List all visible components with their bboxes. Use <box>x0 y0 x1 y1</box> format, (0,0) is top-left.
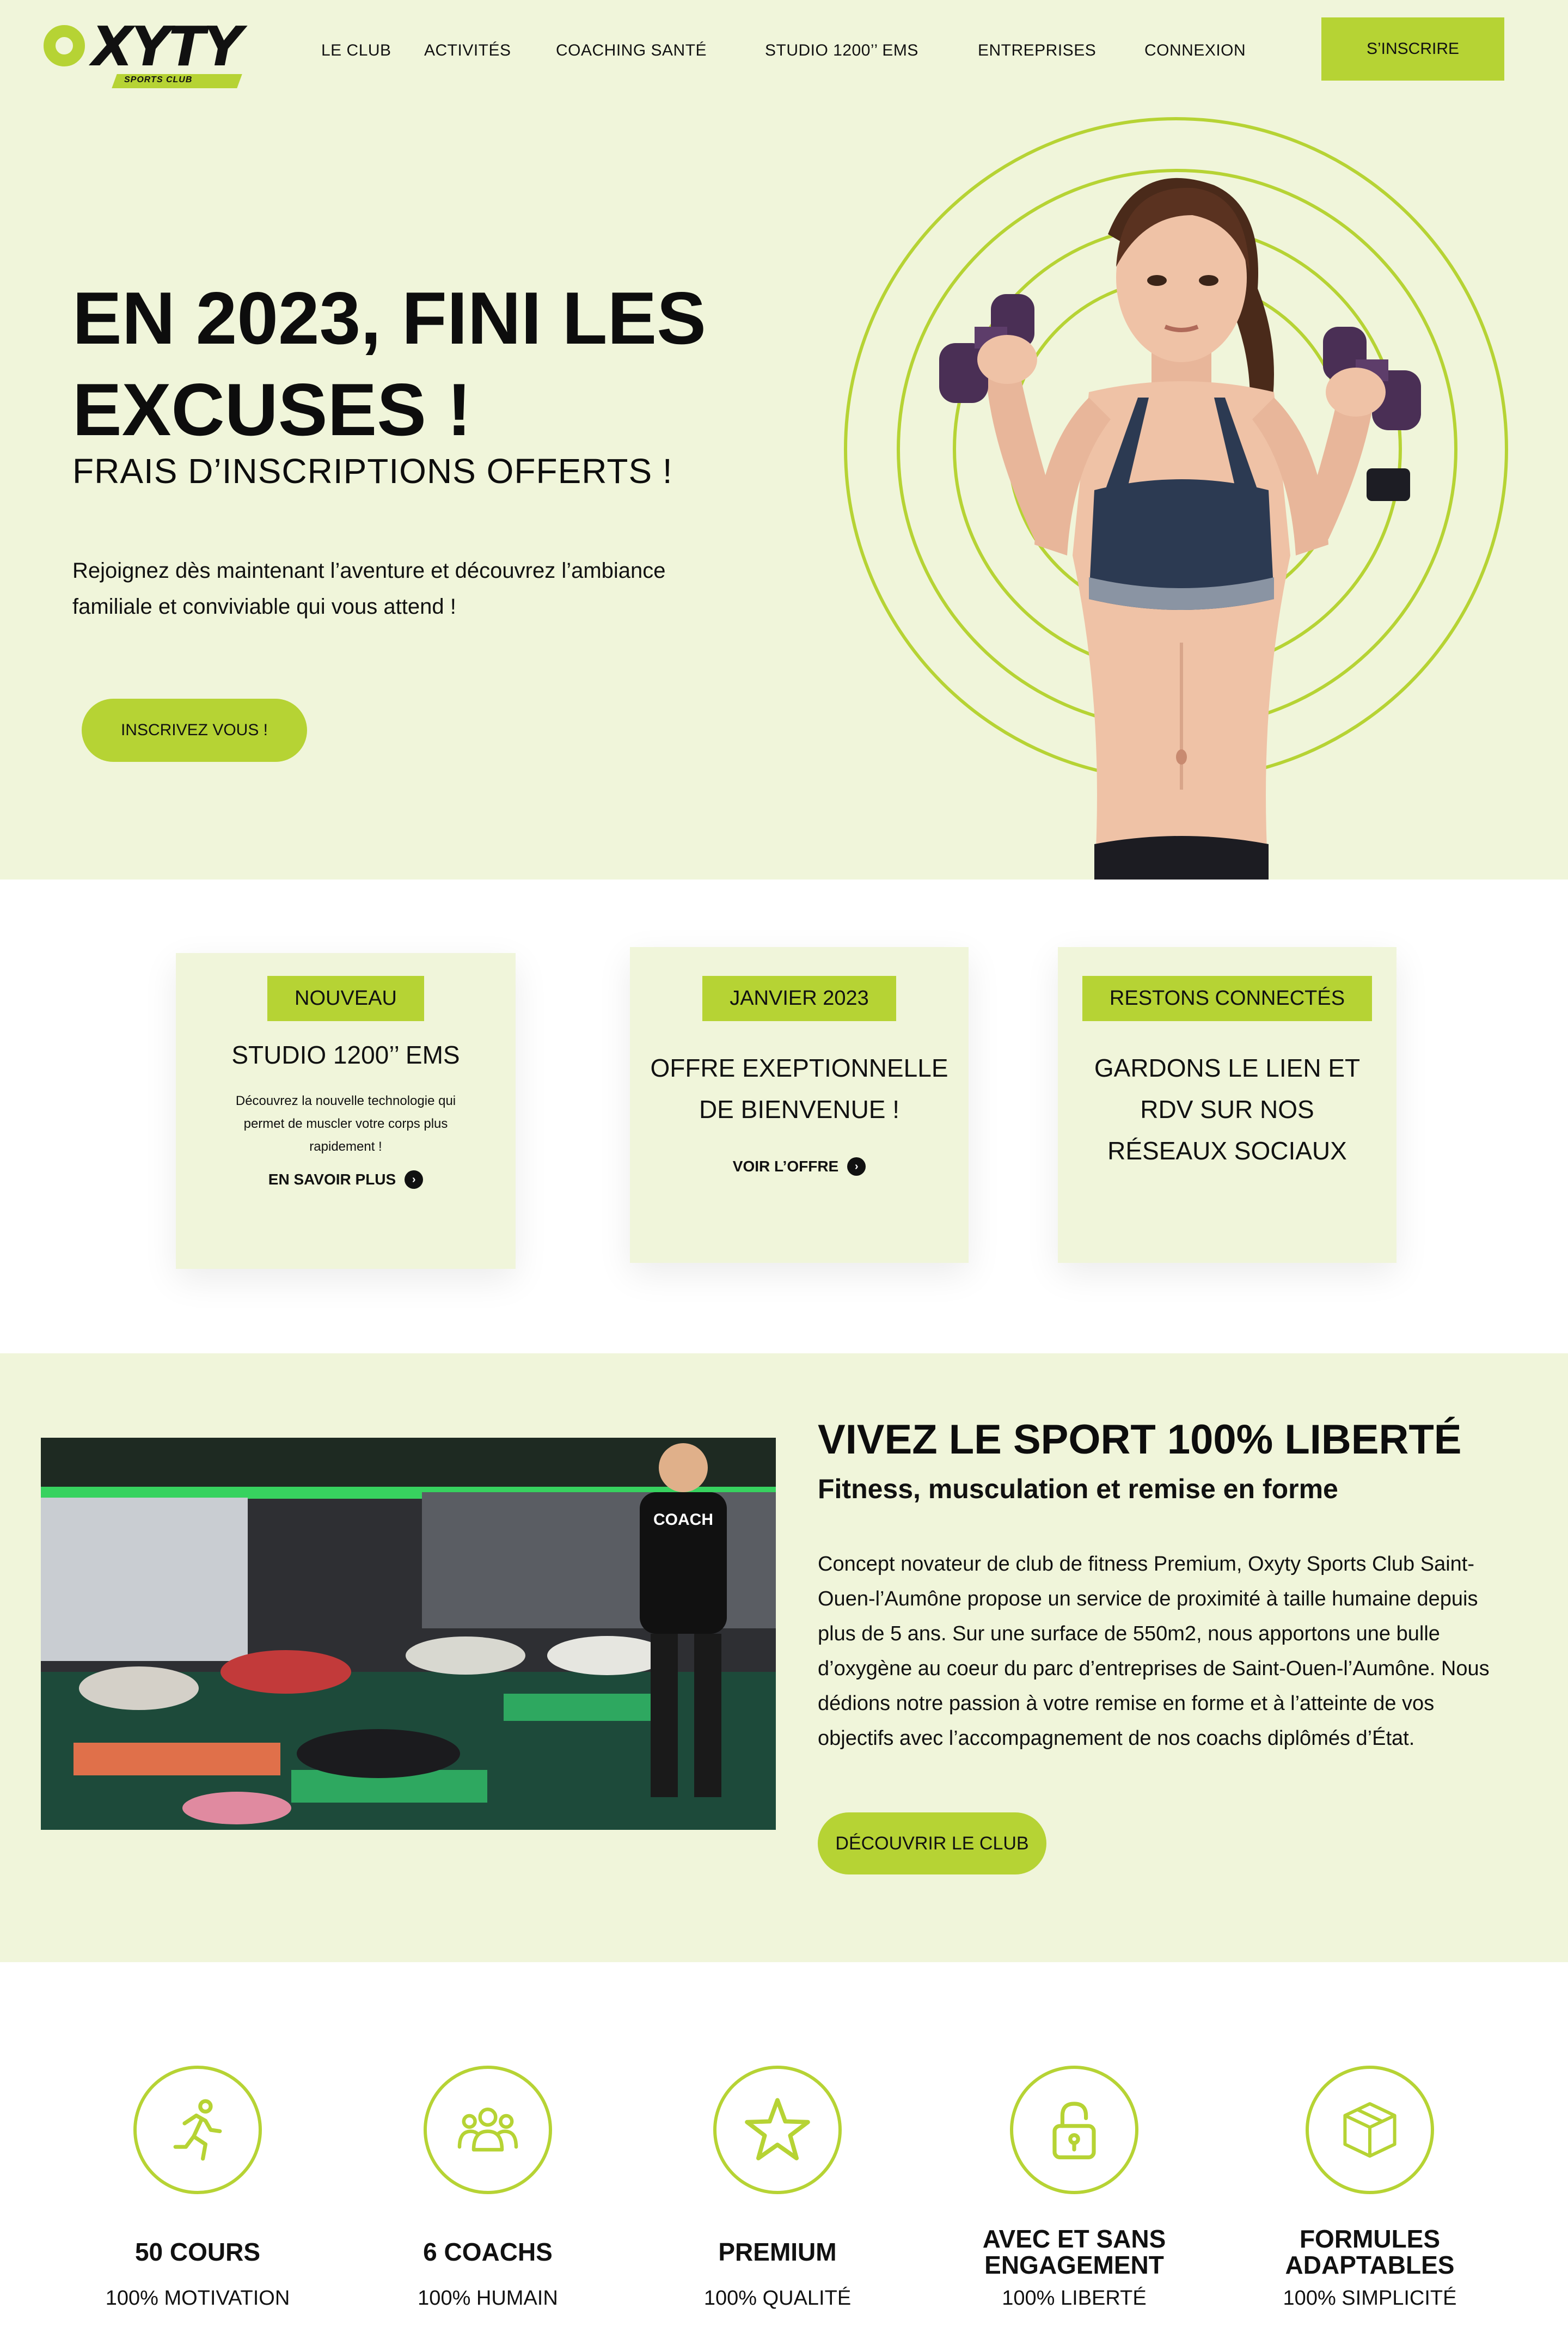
hero-subtitle: FRAIS D’INSCRIPTIONS OFFERTS ! <box>72 451 673 491</box>
signup-button[interactable]: S’INSCRIRE <box>1321 17 1504 81</box>
feature-coaches: 6 COACHS 100% HUMAIN <box>352 2066 624 2310</box>
about-subtitle: Fitness, musculation et remise en forme <box>818 1474 1338 1504</box>
nav-activites[interactable]: ACTIVITÉS <box>424 41 511 60</box>
hero-section: EN 2023, FINI LES EXCUSES ! FRAIS D’INSC… <box>0 109 1568 880</box>
card-badge: RESTONS CONNECTÉS <box>1082 976 1373 1021</box>
feature-title: FORMULES ADAPTABLES <box>1285 2225 1455 2279</box>
arrow-right-icon: › <box>405 1170 424 1189</box>
logo-wordmark: XYTY <box>91 15 243 78</box>
star-icon <box>713 2066 842 2194</box>
coach-shirt-label: COACH <box>653 1511 713 1529</box>
hero-title: EN 2023, FINI LES EXCUSES ! <box>72 277 706 451</box>
card-badge: JANVIER 2023 <box>702 976 896 1021</box>
news-cards-section: NOUVEAU STUDIO 1200’’ EMS Découvrez la n… <box>0 880 1568 1353</box>
class-photo: COACH <box>41 1438 776 1830</box>
feature-plans: FORMULES ADAPTABLES 100% SIMPLICITÉ <box>1234 2066 1506 2310</box>
nav-connexion[interactable]: CONNEXION <box>1144 41 1246 60</box>
feature-premium: PREMIUM 100% QUALITÉ <box>641 2066 914 2310</box>
card-badge: NOUVEAU <box>267 976 424 1021</box>
hero-text: Rejoignez dès maintenant l’aventure et d… <box>72 559 666 619</box>
feature-title: 50 COURS <box>134 2238 261 2266</box>
unlock-icon <box>1010 2066 1138 2194</box>
logo-o-ring <box>44 25 85 66</box>
box-icon <box>1306 2066 1434 2194</box>
feature-title: PREMIUM <box>718 2238 837 2266</box>
card-title: STUDIO 1200’’ EMS <box>231 1041 460 1069</box>
card-title: OFFRE EXEPTIONNELLE DE BIENVENUE ! <box>650 1054 948 1123</box>
hero-athlete-image <box>939 178 1421 880</box>
nav-le-club[interactable]: LE CLUB <box>321 41 391 60</box>
group-icon <box>424 2066 552 2194</box>
card-link-label: EN SAVOIR PLUS <box>268 1171 396 1188</box>
card-learn-more-link[interactable]: EN SAVOIR PLUS › <box>268 1170 424 1189</box>
arrow-right-icon: › <box>847 1157 866 1176</box>
hero-signup-button[interactable]: INSCRIVEZ VOUS ! <box>82 699 307 762</box>
feature-title: AVEC ET SANS ENGAGEMENT <box>982 2225 1166 2279</box>
card-description: Découvrez la nouvelle technologie qui pe… <box>235 1094 456 1154</box>
feature-text: 100% QUALITÉ <box>703 2287 852 2310</box>
discover-club-button[interactable]: DÉCOUVRIR LE CLUB <box>818 1812 1046 1874</box>
feature-courses: 50 COURS 100% MOTIVATION <box>62 2066 334 2310</box>
card-studio-ems: NOUVEAU STUDIO 1200’’ EMS Découvrez la n… <box>176 953 516 1269</box>
running-person-icon <box>133 2066 262 2194</box>
feature-commitment: AVEC ET SANS ENGAGEMENT 100% LIBERTÉ <box>938 2066 1210 2310</box>
feature-text: 100% SIMPLICITÉ <box>1283 2287 1457 2310</box>
nav-studio-ems[interactable]: STUDIO 1200’’ EMS <box>765 41 918 60</box>
nav-entreprises[interactable]: ENTREPRISES <box>978 41 1096 60</box>
feature-title: 6 COACHS <box>423 2238 553 2266</box>
card-social: RESTONS CONNECTÉS GARDONS LE LIEN ET RDV… <box>1058 947 1396 1263</box>
about-title: VIVEZ LE SPORT 100% LIBERTÉ <box>818 1416 1462 1463</box>
about-text: Concept novateur de club de fitness Prem… <box>818 1553 1490 1750</box>
feature-text: 100% MOTIVATION <box>105 2287 290 2310</box>
card-link-label: VOIR L’OFFRE <box>732 1158 839 1175</box>
feature-text: 100% HUMAIN <box>418 2287 558 2310</box>
site-header: XYTY SPORTS CLUB LE CLUB ACTIVITÉS COACH… <box>0 0 1568 109</box>
about-section: COACH VIVEZ LE SPORT 100% LIBERTÉ Fitnes… <box>0 1353 1568 1962</box>
oxyty-logo[interactable]: XYTY SPORTS CLUB <box>44 15 243 88</box>
logo-tagline: SPORTS CLUB <box>124 75 193 84</box>
card-welcome-offer: JANVIER 2023 OFFRE EXEPTIONNELLE DE BIEN… <box>630 947 969 1263</box>
feature-text: 100% LIBERTÉ <box>1002 2287 1147 2310</box>
features-section: 50 COURS 100% MOTIVATION 6 COACHS 100% H… <box>0 1962 1568 2351</box>
card-title: GARDONS LE LIEN ET RDV SUR NOS RÉSEAUX S… <box>1094 1054 1361 1165</box>
nav-coaching-sante[interactable]: COACHING SANTÉ <box>556 41 707 60</box>
card-offer-link[interactable]: VOIR L’OFFRE › <box>733 1157 866 1176</box>
